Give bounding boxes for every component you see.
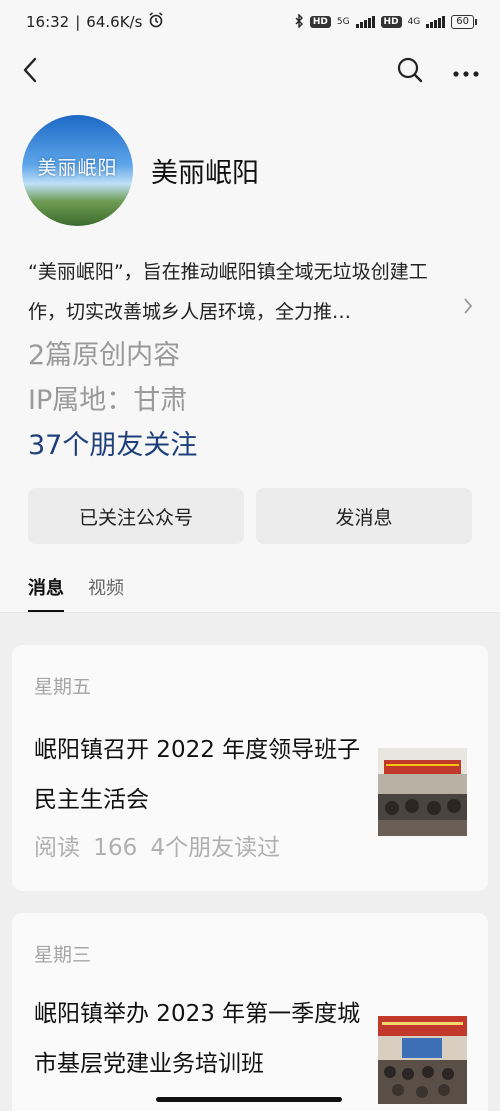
ip-location: IP属地：甘肃	[28, 385, 188, 416]
alarm-icon	[148, 12, 164, 32]
send-message-button[interactable]: 发消息	[256, 488, 472, 544]
search-button[interactable]	[396, 56, 424, 88]
tab-messages[interactable]: 消息	[28, 574, 64, 613]
article-thumbnail[interactable]	[378, 1016, 467, 1104]
tab-videos[interactable]: 视频	[88, 574, 124, 613]
signal-icon-2	[426, 16, 446, 28]
home-indicator[interactable]	[156, 1097, 342, 1102]
account-description[interactable]: “美丽岷阳”，旨在推动岷阳镇全域无垃圾创建工作，切实改善城乡人居环境，全力推…	[28, 252, 458, 332]
status-right: HD 5G HD 4G 60	[294, 12, 477, 31]
hd-badge: HD	[309, 16, 331, 28]
back-button[interactable]	[20, 56, 44, 88]
more-button[interactable]	[452, 63, 480, 82]
search-icon	[397, 57, 423, 83]
nav-actions	[396, 56, 480, 88]
avatar-text: 美丽岷阳	[37, 157, 118, 179]
status-left: 16:32 | 64.6K/s	[26, 12, 164, 32]
article-card[interactable]: 星期三 岷阳镇举办 2023 年第一季度城市基层党建业务培训班	[12, 913, 488, 1111]
battery-icon: 60	[451, 15, 477, 29]
account-name: 美丽岷阳	[151, 158, 259, 189]
nav-bar	[0, 44, 500, 100]
status-network-speed: 64.6K/s	[86, 13, 143, 31]
followed-button[interactable]: 已关注公众号	[28, 488, 244, 544]
original-count[interactable]: 2篇原创内容	[28, 333, 180, 372]
article-feed: 星期五 岷阳镇召开 2022 年度领导班子民主生活会 阅读 166 4个朋友读过…	[0, 613, 500, 1111]
bluetooth-icon	[294, 12, 304, 31]
article-title[interactable]: 岷阳镇举办 2023 年第一季度城市基层党建业务培训班	[34, 989, 364, 1089]
profile-header: 美丽岷阳 美丽岷阳	[22, 115, 259, 226]
signal-5g-label: 5G	[336, 17, 350, 27]
chevron-left-icon	[23, 57, 37, 83]
hd-badge-2: HD	[380, 16, 402, 28]
article-card[interactable]: 星期五 岷阳镇召开 2022 年度领导班子民主生活会 阅读 166 4个朋友读过	[12, 645, 488, 891]
status-time: 16:32	[26, 13, 70, 31]
article-day: 星期三	[34, 944, 92, 966]
status-bar: 16:32 | 64.6K/s HD 5G HD 4G 60	[0, 0, 500, 44]
signal-icon	[355, 16, 375, 28]
article-thumbnail[interactable]	[378, 748, 467, 836]
content-tabs: 消息 视频	[28, 574, 124, 613]
article-day: 星期五	[34, 676, 92, 698]
status-separator: |	[75, 13, 81, 31]
more-icon	[453, 70, 479, 77]
chevron-right-icon[interactable]	[462, 296, 474, 320]
friends-following[interactable]: 37个朋友关注	[28, 423, 197, 462]
signal-4g-label: 4G	[407, 17, 421, 27]
article-meta: 阅读 166 4个朋友读过	[34, 835, 281, 861]
avatar[interactable]: 美丽岷阳	[22, 115, 133, 226]
article-title[interactable]: 岷阳镇召开 2022 年度领导班子民主生活会	[34, 725, 364, 825]
